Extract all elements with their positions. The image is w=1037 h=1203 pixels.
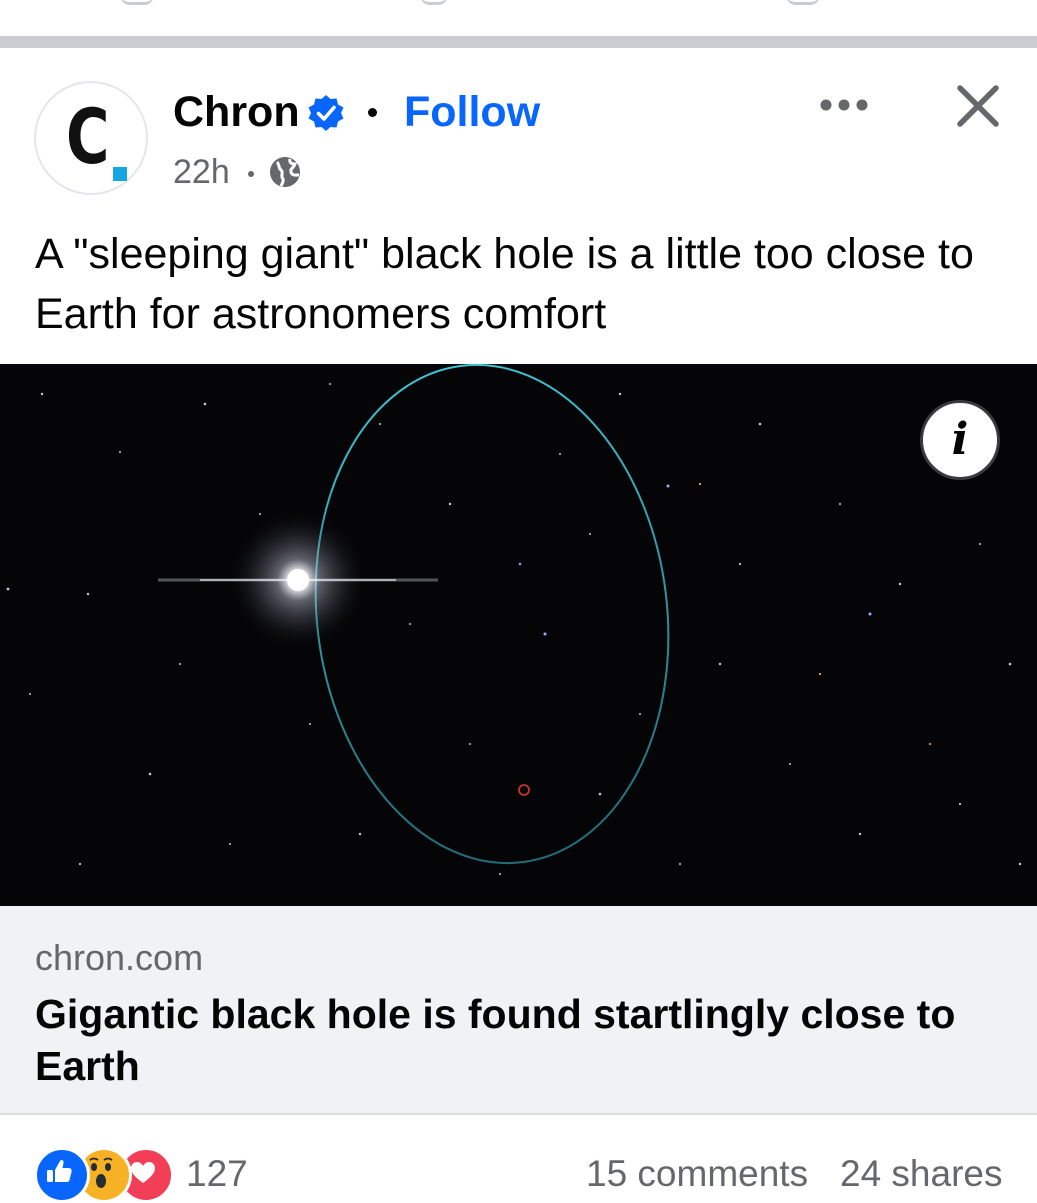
post-image[interactable]: [0, 364, 1037, 906]
card-bottom-border: [0, 1113, 1037, 1115]
partial-action-icon: [120, 0, 154, 5]
post-caption: A "sleeping giant" black hole is a littl…: [35, 230, 974, 338]
shares-count[interactable]: 24 shares: [840, 1152, 1003, 1196]
avatar-logo-dot: [113, 167, 127, 181]
close-icon[interactable]: [955, 83, 1001, 129]
separator-dot: [368, 108, 377, 117]
reaction-icons[interactable]: [34, 1147, 176, 1203]
avatar-logo-letter: C: [66, 92, 110, 181]
post-timestamp[interactable]: 22h: [173, 150, 230, 194]
black-hole-orbit-illustration: [0, 364, 1037, 906]
verified-badge-icon: [308, 95, 344, 131]
info-icon[interactable]: i: [920, 400, 1000, 480]
globe-icon: [270, 157, 300, 187]
link-title[interactable]: Gigantic black hole is found startlingly…: [35, 988, 995, 1092]
like-reaction-icon: [34, 1147, 90, 1203]
follow-button[interactable]: Follow: [404, 86, 540, 138]
partial-action-icon: [420, 0, 448, 5]
link-domain: chron.com: [35, 937, 204, 978]
separator-dot: [248, 171, 254, 177]
page-name[interactable]: Chron: [173, 86, 300, 138]
feed-divider: [0, 36, 1037, 48]
more-options-icon[interactable]: [818, 96, 870, 114]
partial-action-icon: [786, 0, 820, 5]
comments-count[interactable]: 15 comments: [586, 1152, 808, 1196]
page-avatar[interactable]: C: [34, 81, 148, 195]
reaction-count[interactable]: 127: [186, 1152, 248, 1196]
previous-post-action-bar: [0, 0, 1037, 36]
